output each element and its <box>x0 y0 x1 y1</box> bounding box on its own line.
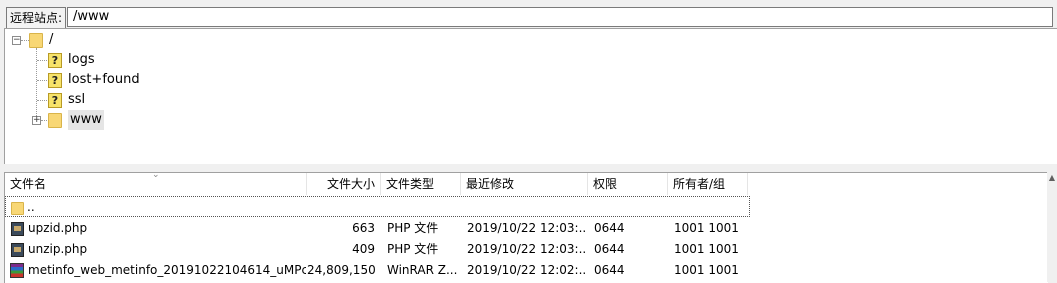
file-owner-group: 1001 1001 <box>674 242 739 256</box>
collapse-root-expander[interactable]: − <box>12 36 21 45</box>
file-row-parent[interactable]: .. <box>5 196 750 217</box>
pane-splitter[interactable] <box>0 164 1057 172</box>
file-name: upzid.php <box>28 221 88 235</box>
file-permissions: 0644 <box>594 221 625 235</box>
tree-item-lost-found[interactable]: ? lost+found <box>48 70 140 90</box>
php-file-icon <box>11 239 24 260</box>
file-name: metinfo_web_metinfo_20191022104614_uMPc.… <box>28 263 306 277</box>
rar-archive-icon <box>10 260 24 281</box>
column-header-filesize[interactable]: 文件大小 <box>307 173 381 195</box>
unknown-folder-icon: ? <box>48 72 62 88</box>
remote-directory-tree: − / ? logs ? lost+found ? ssl + www <box>4 28 1057 165</box>
file-size: 409 <box>352 242 375 256</box>
unknown-folder-icon: ? <box>48 52 62 68</box>
file-size: 24,809,150 <box>307 263 375 277</box>
tree-connector <box>37 100 47 101</box>
scroll-up-arrow-icon[interactable]: ▲ <box>1047 172 1057 184</box>
file-list-scrollbar[interactable]: ▲ <box>1047 172 1057 282</box>
tree-connector <box>37 80 47 81</box>
file-size: 663 <box>352 221 375 235</box>
file-modified: 2019/10/22 12:03:... <box>467 221 585 235</box>
file-type: WinRAR Z... <box>387 263 458 277</box>
tree-item-label: www <box>68 110 104 130</box>
folder-icon <box>11 198 24 219</box>
tree-item-www[interactable]: www <box>48 110 104 130</box>
remote-path-input[interactable] <box>67 7 1053 27</box>
file-type: PHP 文件 <box>387 221 439 235</box>
file-row[interactable]: unzip.php 409 PHP 文件 2019/10/22 12:03:..… <box>5 239 750 260</box>
remote-file-list: ⌄ 文件名 文件大小 文件类型 最近修改 权限 所有者/组 .. upzid.p… <box>4 172 1048 283</box>
tree-item-label: logs <box>68 52 95 67</box>
php-file-icon <box>11 218 24 239</box>
expand-www-expander[interactable]: + <box>32 116 41 125</box>
unknown-folder-icon: ? <box>48 92 62 108</box>
column-header-modified[interactable]: 最近修改 <box>461 173 588 195</box>
file-name: unzip.php <box>28 242 88 256</box>
column-header-owner-group[interactable]: 所有者/组 <box>668 173 748 195</box>
column-header-filetype[interactable]: 文件类型 <box>381 173 461 195</box>
tree-item-label: ssl <box>68 92 86 107</box>
column-header-filename[interactable]: 文件名 <box>5 173 307 195</box>
tree-item-label: lost+found <box>68 72 140 87</box>
file-modified: 2019/10/22 12:02:... <box>467 263 585 277</box>
file-type: PHP 文件 <box>387 242 439 256</box>
folder-icon <box>48 112 62 128</box>
tree-connector <box>37 60 47 61</box>
column-header-permissions[interactable]: 权限 <box>588 173 668 195</box>
file-owner-group: 1001 1001 <box>674 263 739 277</box>
tree-item-logs[interactable]: ? logs <box>48 50 95 70</box>
tree-item-ssl[interactable]: ? ssl <box>48 90 85 110</box>
file-modified: 2019/10/22 12:03:... <box>467 242 585 256</box>
file-row[interactable]: upzid.php 663 PHP 文件 2019/10/22 12:03:..… <box>5 218 750 239</box>
remote-site-label: 远程站点: <box>6 7 67 29</box>
file-permissions: 0644 <box>594 242 625 256</box>
file-row[interactable]: metinfo_web_metinfo_20191022104614_uMPc.… <box>5 260 750 281</box>
tree-connector <box>21 40 29 41</box>
file-name: .. <box>27 200 35 214</box>
folder-icon <box>29 32 43 48</box>
tree-item-root[interactable]: / <box>29 30 53 50</box>
file-owner-group: 1001 1001 <box>674 221 739 235</box>
tree-connector <box>41 120 47 121</box>
file-list-header: ⌄ 文件名 文件大小 文件类型 最近修改 权限 所有者/组 <box>5 173 1048 195</box>
tree-connector <box>36 48 37 120</box>
tree-item-label: / <box>49 32 54 47</box>
file-permissions: 0644 <box>594 263 625 277</box>
